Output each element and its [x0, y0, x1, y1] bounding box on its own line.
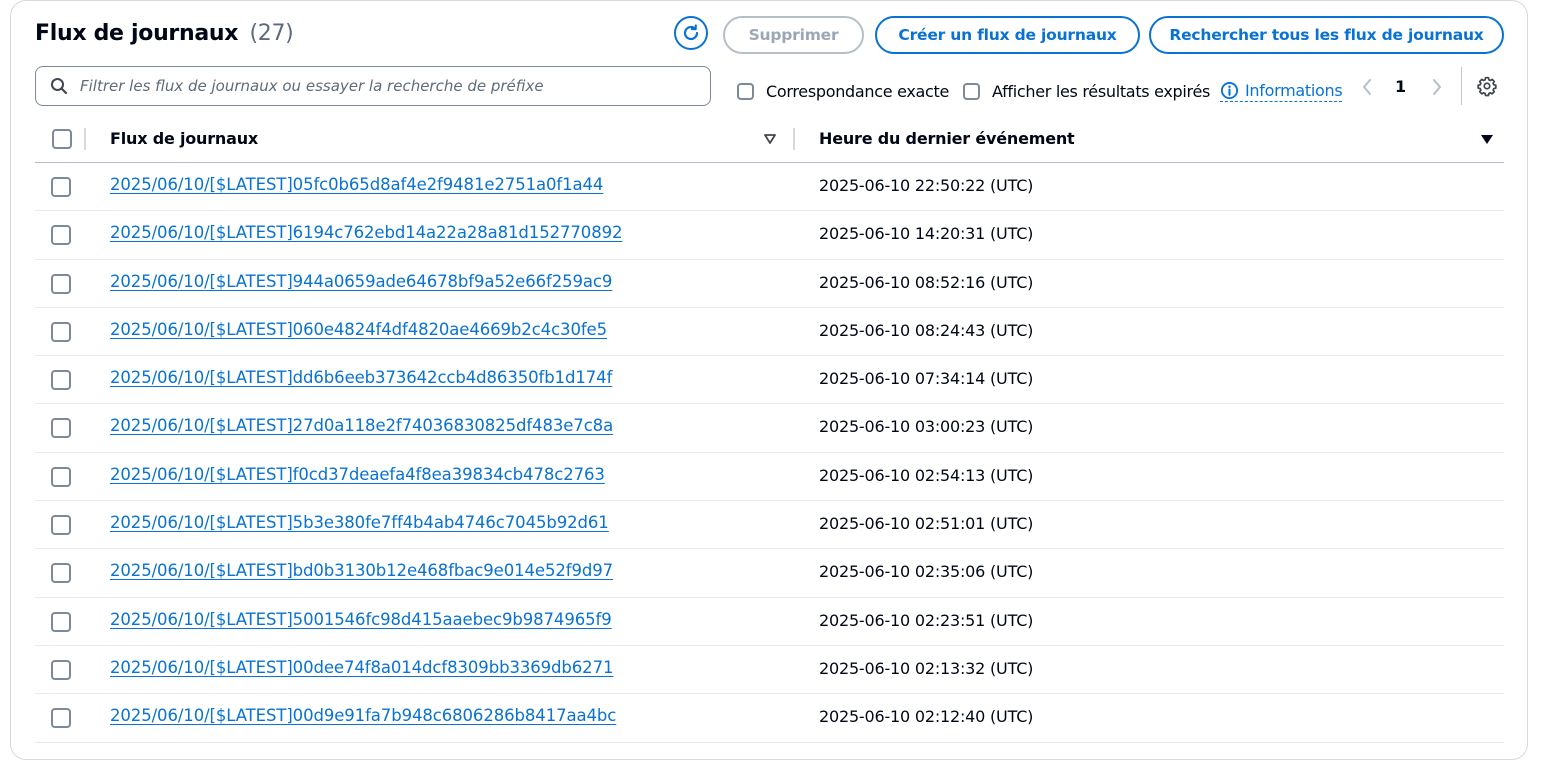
table-row: 2025/06/10/[$LATEST]dd6b6eeb373642ccb4d8…	[35, 356, 1504, 405]
table-row: 2025/06/10/[$LATEST]05fc0b65d8af4e2f9481…	[35, 163, 1504, 212]
preferences-button[interactable]	[1476, 75, 1498, 97]
last-event-time: 2025-06-10 07:34:14 (UTC)	[819, 369, 1034, 389]
select-all-checkbox[interactable]	[52, 129, 72, 149]
show-expired-option[interactable]: Afficher les résultats expirés	[963, 82, 1210, 101]
log-stream-link[interactable]: 2025/06/10/[$LATEST]00d9e91fa7b948c68062…	[110, 706, 616, 725]
row-checkbox-wrapper	[51, 515, 71, 539]
filter-input[interactable]	[78, 76, 692, 96]
row-checkbox[interactable]	[51, 370, 71, 391]
filter-box	[35, 66, 711, 106]
log-stream-link[interactable]: 2025/06/10/[$LATEST]bd0b3130b12e468fbac9…	[110, 561, 613, 580]
last-event-time: 2025-06-10 03:00:23 (UTC)	[819, 417, 1034, 437]
table-row: 2025/06/10/[$LATEST]f0cd37deaefa4f8ea398…	[35, 453, 1504, 502]
log-stream-link[interactable]: 2025/06/10/[$LATEST]27d0a118e2f740368308…	[110, 416, 613, 435]
log-stream-link[interactable]: 2025/06/10/[$LATEST]060e4824f4df4820ae46…	[110, 320, 607, 339]
show-expired-checkbox[interactable]	[963, 83, 980, 100]
create-log-stream-button[interactable]: Créer un flux de journaux	[875, 16, 1140, 54]
info-icon	[1220, 81, 1239, 100]
last-event-time: 2025-06-10 02:51:01 (UTC)	[819, 514, 1034, 534]
exact-match-label: Correspondance exacte	[766, 82, 950, 101]
info-label: Informations	[1245, 81, 1343, 100]
table-row: 2025/06/10/[$LATEST]944a0659ade64678bf9a…	[35, 260, 1504, 308]
row-checkbox[interactable]	[51, 321, 71, 342]
log-stream-link[interactable]: 2025/06/10/[$LATEST]05fc0b65d8af4e2f9481…	[110, 175, 603, 194]
last-event-time: 2025-06-10 02:13:32 (UTC)	[819, 658, 1034, 678]
row-checkbox[interactable]	[51, 611, 71, 632]
row-checkbox-wrapper	[51, 370, 71, 394]
previous-page-button[interactable]	[1359, 77, 1375, 97]
table-header: Flux de journaux Heure du dernier événem…	[35, 116, 1504, 163]
table-row: 2025/06/10/[$LATEST]5001546fc98d415aaebe…	[35, 598, 1504, 646]
last-event-time: 2025-06-10 22:50:22 (UTC)	[819, 176, 1034, 195]
table-body: 2025/06/10/[$LATEST]05fc0b65d8af4e2f9481…	[35, 163, 1504, 743]
column-divider[interactable]	[793, 128, 795, 150]
last-event-time: 2025-06-10 08:52:16 (UTC)	[819, 272, 1034, 292]
exact-match-option[interactable]: Correspondance exacte	[737, 82, 949, 101]
refresh-icon	[683, 24, 699, 41]
row-checkbox-wrapper	[51, 273, 71, 298]
row-checkbox-wrapper	[51, 225, 71, 249]
log-stream-link[interactable]: 2025/06/10/[$LATEST]00dee74f8a014dcf8309…	[110, 658, 613, 677]
row-checkbox[interactable]	[51, 515, 71, 536]
info-link[interactable]: Informations	[1220, 81, 1343, 102]
row-checkbox-wrapper	[51, 466, 71, 491]
row-checkbox-wrapper	[51, 659, 71, 684]
select-all-checkbox-wrapper	[52, 129, 72, 149]
sort-caret-filled-icon[interactable]	[1480, 132, 1494, 146]
next-page-button[interactable]	[1429, 77, 1445, 97]
last-event-time: 2025-06-10 02:12:40 (UTC)	[819, 707, 1034, 727]
log-stream-link[interactable]: 2025/06/10/[$LATEST]f0cd37deaefa4f8ea398…	[110, 465, 605, 484]
row-checkbox-wrapper	[51, 418, 71, 442]
table-row: 2025/06/10/[$LATEST]00d9e91fa7b948c68062…	[35, 694, 1504, 743]
title-text: Flux de journaux	[35, 21, 239, 46]
row-checkbox[interactable]	[51, 466, 71, 487]
show-expired-label: Afficher les résultats expirés	[992, 82, 1211, 101]
search-icon	[51, 78, 68, 95]
log-stream-link[interactable]: 2025/06/10/[$LATEST]5b3e380fe7ff4b4ab474…	[110, 513, 609, 532]
page-number[interactable]: 1	[1395, 77, 1406, 96]
search-all-log-streams-button[interactable]: Rechercher tous les flux de journaux	[1149, 16, 1504, 54]
page-title: Flux de journaux (27)	[35, 21, 294, 46]
log-stream-link[interactable]: 2025/06/10/[$LATEST]944a0659ade64678bf9a…	[110, 272, 612, 291]
chevron-left-icon	[1363, 79, 1371, 95]
table-row: 2025/06/10/[$LATEST]27d0a118e2f740368308…	[35, 404, 1504, 453]
row-checkbox-wrapper	[51, 611, 71, 636]
row-checkbox[interactable]	[51, 708, 71, 729]
row-checkbox[interactable]	[51, 273, 71, 294]
delete-button[interactable]: Supprimer	[723, 16, 864, 54]
row-checkbox-wrapper	[51, 177, 71, 201]
last-event-time: 2025-06-10 14:20:31 (UTC)	[819, 224, 1034, 244]
gear-icon	[1477, 76, 1497, 97]
stream-count: (27)	[249, 21, 294, 46]
log-stream-link[interactable]: 2025/06/10/[$LATEST]5001546fc98d415aaebe…	[110, 610, 612, 629]
pager-divider	[1461, 67, 1462, 105]
row-checkbox-wrapper	[51, 563, 71, 587]
table-row: 2025/06/10/[$LATEST]bd0b3130b12e468fbac9…	[35, 549, 1504, 598]
table-row: 2025/06/10/[$LATEST]5b3e380fe7ff4b4ab474…	[35, 501, 1504, 550]
row-checkbox[interactable]	[51, 563, 71, 584]
row-checkbox[interactable]	[51, 659, 71, 680]
column-divider	[84, 128, 86, 150]
row-checkbox[interactable]	[51, 225, 71, 246]
sort-caret-outline-icon[interactable]	[763, 132, 777, 146]
last-event-time: 2025-06-10 02:35:06 (UTC)	[819, 562, 1034, 582]
log-stream-link[interactable]: 2025/06/10/[$LATEST]6194c762ebd14a22a28a…	[110, 223, 623, 242]
column-header-log-stream[interactable]: Flux de journaux	[110, 129, 258, 148]
table-row: 2025/06/10/[$LATEST]00dee74f8a014dcf8309…	[35, 646, 1504, 695]
table-row: 2025/06/10/[$LATEST]6194c762ebd14a22a28a…	[35, 211, 1504, 260]
last-event-time: 2025-06-10 08:24:43 (UTC)	[819, 320, 1034, 340]
row-checkbox-wrapper	[51, 708, 71, 732]
last-event-time: 2025-06-10 02:54:13 (UTC)	[819, 465, 1034, 485]
refresh-button[interactable]	[674, 16, 708, 50]
row-checkbox[interactable]	[51, 177, 71, 197]
table-row: 2025/06/10/[$LATEST]060e4824f4df4820ae46…	[35, 308, 1504, 357]
last-event-time: 2025-06-10 02:23:51 (UTC)	[819, 610, 1034, 630]
log-stream-link[interactable]: 2025/06/10/[$LATEST]dd6b6eeb373642ccb4d8…	[110, 368, 612, 387]
row-checkbox[interactable]	[51, 418, 71, 439]
row-checkbox-wrapper	[51, 321, 71, 346]
column-header-last-event-time[interactable]: Heure du dernier événement	[819, 129, 1075, 148]
chevron-right-icon	[1433, 79, 1441, 95]
exact-match-checkbox[interactable]	[737, 83, 754, 100]
